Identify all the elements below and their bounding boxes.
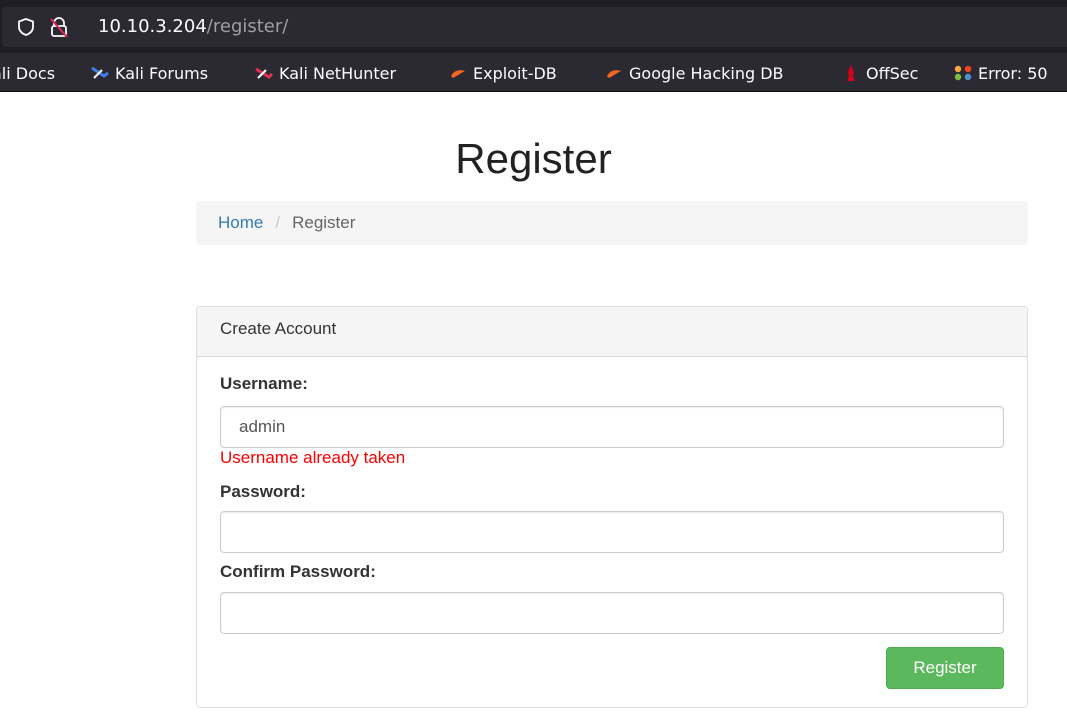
bookmark-offsec[interactable]: OffSec bbox=[841, 62, 918, 84]
tracking-protection-shield-icon[interactable] bbox=[16, 17, 36, 37]
browser-toolbar: 10.10.3.204/register/ bbox=[0, 0, 1067, 53]
page-title: Register bbox=[455, 135, 612, 182]
kali-forums-icon bbox=[91, 66, 109, 79]
breadcrumb: Home / Register bbox=[196, 201, 1028, 245]
username-input[interactable] bbox=[220, 406, 1004, 448]
breadcrumb-current: Register bbox=[292, 213, 356, 232]
bookmarks-toolbar: ali Docs Kali Forums Kali NetHunter Expl… bbox=[0, 53, 1067, 92]
bookmark-label: Kali Forums bbox=[115, 63, 209, 83]
bookmark-error-50[interactable]: Error: 50 bbox=[953, 62, 1048, 84]
url-text[interactable]: 10.10.3.204/register/ bbox=[98, 16, 288, 38]
breadcrumb-home-link[interactable]: Home bbox=[218, 213, 263, 233]
breadcrumb-separator: / bbox=[275, 213, 281, 232]
address-bar[interactable]: 10.10.3.204/register/ bbox=[2, 7, 1067, 47]
url-path: /register/ bbox=[206, 16, 289, 37]
username-error-message: Username already taken bbox=[220, 448, 406, 467]
bookmark-label: Error: 50 bbox=[978, 63, 1048, 83]
insecure-lock-icon[interactable] bbox=[48, 16, 70, 38]
panel-heading: Create Account bbox=[197, 307, 1027, 357]
bookmark-label: Exploit-DB bbox=[473, 63, 557, 83]
kali-nethunter-icon bbox=[255, 67, 274, 79]
bookmark-exploit-db[interactable]: Exploit-DB bbox=[448, 62, 557, 84]
exploit-db-icon bbox=[451, 70, 465, 78]
bookmark-label: OffSec bbox=[866, 63, 919, 83]
bookmark-kali-forums[interactable]: Kali Forums bbox=[90, 62, 208, 84]
joomla-icon bbox=[954, 65, 972, 81]
create-account-panel: Create Account Username: Username alread… bbox=[196, 306, 1028, 708]
bookmark-google-hacking-db[interactable]: Google Hacking DB bbox=[604, 62, 784, 84]
confirm-password-label: Confirm Password: bbox=[220, 562, 376, 581]
username-label: Username: bbox=[220, 374, 308, 393]
bookmark-label: Kali NetHunter bbox=[279, 63, 397, 83]
bookmark-kali-docs[interactable]: ali Docs bbox=[0, 62, 55, 84]
url-host: 10.10.3.204 bbox=[98, 16, 207, 37]
register-button[interactable]: Register bbox=[886, 647, 1004, 689]
ghdb-icon bbox=[607, 70, 621, 78]
password-input[interactable] bbox=[220, 511, 1004, 553]
bookmark-kali-nethunter[interactable]: Kali NetHunter bbox=[254, 62, 396, 84]
password-label: Password: bbox=[220, 482, 306, 501]
confirm-password-input[interactable] bbox=[220, 592, 1004, 634]
bookmark-label: Google Hacking DB bbox=[629, 63, 784, 83]
offsec-icon bbox=[847, 65, 855, 81]
bookmark-label: ali Docs bbox=[0, 63, 56, 83]
